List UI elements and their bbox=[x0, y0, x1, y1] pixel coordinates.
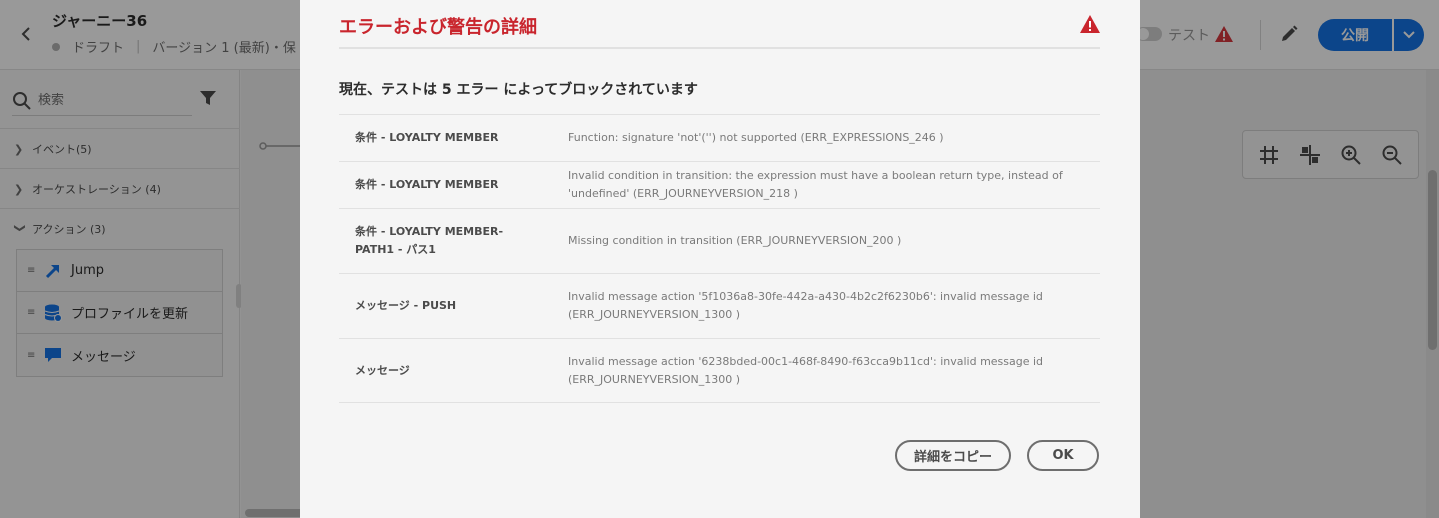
error-message: Missing condition in transition (ERR_JOU… bbox=[568, 234, 902, 247]
dialog-title: エラーおよび警告の詳細 bbox=[339, 17, 537, 38]
error-node: 条件 - LOYALTY MEMBER-PATH1 - パス1 bbox=[355, 225, 504, 256]
error-message: Function: signature 'not'('') not suppor… bbox=[568, 131, 944, 144]
error-table: 条件 - LOYALTY MEMBER Function: signature … bbox=[339, 114, 1100, 403]
error-node: 条件 - LOYALTY MEMBER bbox=[355, 178, 499, 191]
ok-button[interactable]: OK bbox=[1027, 440, 1099, 471]
error-summary: 現在、テストは 5 エラー によってブロックされています bbox=[339, 82, 698, 98]
table-row: 条件 - LOYALTY MEMBER Invalid condition in… bbox=[339, 161, 1100, 208]
error-message: Invalid message action '5f1036a8-30fe-44… bbox=[568, 290, 1043, 321]
error-details-dialog: エラーおよび警告の詳細 現在、テストは 5 エラー によってブロックされています… bbox=[300, 0, 1140, 518]
table-row: 条件 - LOYALTY MEMBER Function: signature … bbox=[339, 114, 1100, 161]
alert-triangle-icon bbox=[1080, 15, 1100, 33]
error-node: メッセージ bbox=[355, 363, 410, 377]
copy-details-button[interactable]: 詳細をコピー bbox=[895, 440, 1011, 471]
error-node: 条件 - LOYALTY MEMBER bbox=[355, 131, 499, 144]
table-row: メッセージ Invalid message action '6238bded-0… bbox=[339, 338, 1100, 403]
table-row: 条件 - LOYALTY MEMBER-PATH1 - パス1 Missing … bbox=[339, 208, 1100, 273]
dialog-divider bbox=[339, 47, 1100, 49]
error-message: Invalid condition in transition: the exp… bbox=[568, 169, 1063, 200]
error-node: メッセージ - PUSH bbox=[355, 299, 457, 312]
error-message: Invalid message action '6238bded-00c1-46… bbox=[568, 354, 1044, 386]
table-row: メッセージ - PUSH Invalid message action '5f1… bbox=[339, 273, 1100, 338]
